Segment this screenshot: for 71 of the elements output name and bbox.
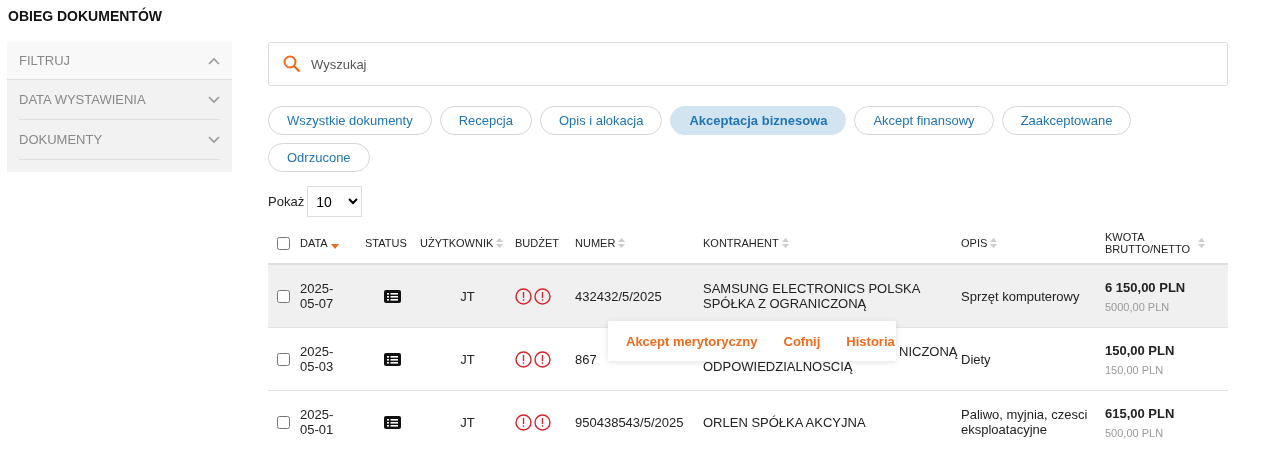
filter-tab[interactable]: Opis i alokacja xyxy=(539,106,663,135)
column-header[interactable]: KWOTA BRUTTO/NETTO xyxy=(1105,231,1195,255)
page-size-select[interactable]: 10 xyxy=(307,186,363,217)
row-checkbox[interactable] xyxy=(277,415,290,429)
filter-header[interactable]: FILTRUJ xyxy=(7,42,232,80)
warning-icon xyxy=(534,413,551,431)
gross-amount: 150,00 PLN xyxy=(1105,342,1176,358)
warning-icon xyxy=(515,413,532,431)
column-header[interactable]: KONTRAHENT xyxy=(703,237,779,249)
gross-amount: 6 150,00 PLN xyxy=(1105,279,1187,295)
menu-link[interactable]: Historia xyxy=(846,333,895,349)
page-size-label: Pokaż xyxy=(268,194,305,209)
filter-header[interactable]: DATA WYSTAWIENIA xyxy=(19,80,220,120)
search-field[interactable]: Wyszukaj xyxy=(268,42,1228,86)
sort-icon[interactable] xyxy=(1198,238,1205,248)
filter-tab[interactable]: Akcept finansowy xyxy=(854,106,994,135)
number-text: 950438543/5/2025 xyxy=(575,414,685,430)
net-amount: 5000,00 PLN xyxy=(1105,300,1171,313)
number-text: 432432/5/2025 xyxy=(575,288,663,304)
chevron-down-icon xyxy=(208,95,220,104)
contractor-text: SAMSUNG ELECTRONICS POLSKA xyxy=(703,281,922,296)
warning-icon xyxy=(515,287,532,305)
date-text: 2025-05-07 xyxy=(300,281,335,311)
search-icon xyxy=(283,55,301,73)
row-checkbox[interactable] xyxy=(277,352,290,366)
sort-icon[interactable] xyxy=(990,238,998,248)
column-header[interactable]: BUDŻET xyxy=(515,237,559,249)
sort-icon[interactable] xyxy=(496,238,504,248)
contractor-text: ORLEN SPÓŁKA AKCYJNA xyxy=(703,414,867,430)
filter-tab[interactable]: Recepcja xyxy=(439,106,532,135)
user-text: JT xyxy=(460,288,475,304)
column-header[interactable]: OPIS xyxy=(961,237,988,249)
list-icon xyxy=(384,352,401,366)
contractor-text: SPÓŁKA Z OGRANICZONĄ xyxy=(703,296,868,311)
filter-tab[interactable]: Wszystkie dokumenty xyxy=(268,106,432,135)
column-header[interactable]: NUMER xyxy=(575,237,616,249)
date-text: 2025-05-03 xyxy=(300,344,335,374)
page-title: OBIEG DOKUMENTÓW xyxy=(8,8,163,26)
column-header[interactable]: STATUS xyxy=(365,237,407,249)
description-text: Diety xyxy=(961,351,992,367)
menu-link[interactable]: Akcept merytoryczny xyxy=(626,333,758,349)
select-all-checkbox[interactable] xyxy=(277,236,290,250)
filter-tab[interactable]: Zaakceptowane xyxy=(1001,106,1132,135)
number-text: 867 xyxy=(575,351,598,367)
sort-icon[interactable] xyxy=(618,238,626,248)
filter-tab[interactable]: Akceptacja biznesowa xyxy=(670,106,847,135)
net-amount: 500,00 PLN xyxy=(1105,426,1165,439)
menu-link[interactable]: Cofnij xyxy=(783,333,821,349)
description-text: Sprzęt komputerowy xyxy=(961,288,1081,304)
sort-icon[interactable] xyxy=(781,238,789,248)
warning-icon xyxy=(534,350,551,368)
filter-tab[interactable]: Odrzucone xyxy=(268,143,370,172)
chevron-up-icon xyxy=(208,56,220,65)
warning-icon xyxy=(515,350,532,368)
description-text: Paliwo, myjnia, czesci eksploatacyjne xyxy=(961,407,1089,437)
column-header[interactable]: UŻYTKOWNIK xyxy=(420,237,494,249)
filter-header[interactable]: DOKUMENTY xyxy=(19,120,220,160)
contractor-text: ODPOWIEDZIALNOSCIĄ xyxy=(703,359,854,374)
list-icon xyxy=(384,289,401,303)
sort-desc-icon[interactable] xyxy=(330,243,339,249)
chevron-down-icon xyxy=(208,135,220,144)
net-amount: 150,00 PLN xyxy=(1105,363,1165,376)
warning-icon xyxy=(534,287,551,305)
column-header[interactable]: DATA xyxy=(300,237,328,249)
user-text: JT xyxy=(460,414,475,430)
user-text: JT xyxy=(460,351,475,367)
contractor-text: NICZONĄ xyxy=(899,344,959,359)
gross-amount: 615,00 PLN xyxy=(1105,405,1176,421)
date-text: 2025-05-01 xyxy=(300,407,335,437)
list-icon xyxy=(384,415,401,429)
row-checkbox[interactable] xyxy=(277,289,290,303)
